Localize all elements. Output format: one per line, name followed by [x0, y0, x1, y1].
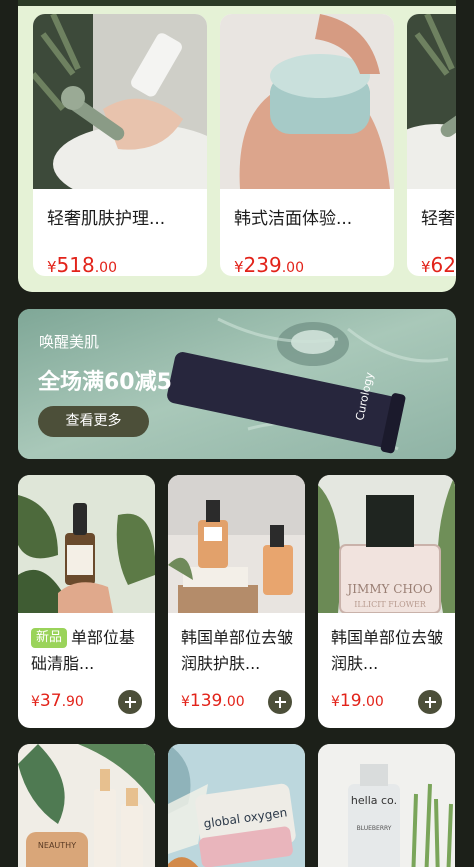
skincare-label-text: NEAUTHY [38, 841, 76, 850]
product-card[interactable]: 韩国单部位去皱润肤护肤... ¥139.00 [168, 475, 305, 728]
product-card[interactable]: global oxygen [168, 744, 305, 867]
product-image-blueberry-bottle: hella co. BLUEBERRY [318, 744, 455, 867]
banner-subtitle: 唤醒美肌 [39, 333, 100, 351]
product-price: ¥37.90 [31, 691, 84, 711]
perfume-sublabel-text: ILLICIT FLOWER [354, 600, 427, 609]
bottle-label-text: hella co. [351, 794, 397, 807]
add-to-cart-icon[interactable] [418, 690, 442, 714]
product-title: 新品 单部位基础清脂... [31, 628, 136, 673]
view-more-button[interactable]: 查看更多 [38, 406, 149, 437]
product-image-lotion-hands [33, 14, 207, 189]
product-image-perfume-bottle: JIMMY CHOO ILLICIT FLOWER [318, 475, 455, 613]
product-image-serum-bottles [168, 475, 305, 613]
promo-banner[interactable]: Curology 唤醒美肌 全场满60减5 查看更多 [18, 309, 456, 459]
product-image-cream-jar [220, 14, 394, 189]
featured-title: 轻奢 [421, 209, 455, 229]
product-image-lotion-hands-partial [407, 14, 456, 189]
featured-price: ¥518.00 [47, 253, 117, 276]
featured-card[interactable]: 韩式洁面体验... ¥239.00 [220, 14, 394, 276]
add-to-cart-icon[interactable] [268, 690, 292, 714]
panel-top-edge [18, 0, 456, 6]
featured-title: 韩式洁面体验... [234, 209, 353, 229]
featured-title: 轻奢肌肤护理... [47, 209, 166, 229]
product-image-dropper-bottle [18, 475, 155, 613]
featured-card[interactable]: 轻奢肌肤护理... ¥518.00 [33, 14, 207, 276]
featured-products-panel: 轻奢肌肤护理... ¥518.00 韩式洁面体验... ¥239.00 轻奢 ¥… [18, 0, 456, 292]
product-title: 韩国单部位去皱润肤... [331, 628, 444, 673]
product-card[interactable]: 新品 单部位基础清脂... ¥37.90 [18, 475, 155, 728]
featured-card[interactable]: 轻奢 ¥62 [407, 14, 456, 276]
product-card[interactable]: NEAUTHY [18, 744, 155, 867]
banner-headline: 全场满60减5 [38, 370, 172, 395]
perfume-label-text: JIMMY CHOO [345, 582, 432, 596]
featured-price: ¥62 [421, 253, 456, 276]
product-title: 韩国单部位去皱润肤护肤... [181, 628, 294, 673]
add-to-cart-icon[interactable] [118, 690, 142, 714]
new-badge: 新品 [31, 628, 68, 648]
product-card[interactable]: hella co. BLUEBERRY [318, 744, 455, 867]
featured-price: ¥239.00 [234, 253, 304, 276]
product-card[interactable]: JIMMY CHOO ILLICIT FLOWER 韩国单部位去皱润肤... ¥… [318, 475, 455, 728]
product-image-cream-tub: global oxygen [168, 744, 305, 867]
product-image-skincare-set: NEAUTHY [18, 744, 155, 867]
product-price: ¥139.00 [181, 691, 245, 711]
product-price: ¥19.00 [331, 691, 384, 711]
bottle-sublabel-text: BLUEBERRY [357, 825, 392, 832]
